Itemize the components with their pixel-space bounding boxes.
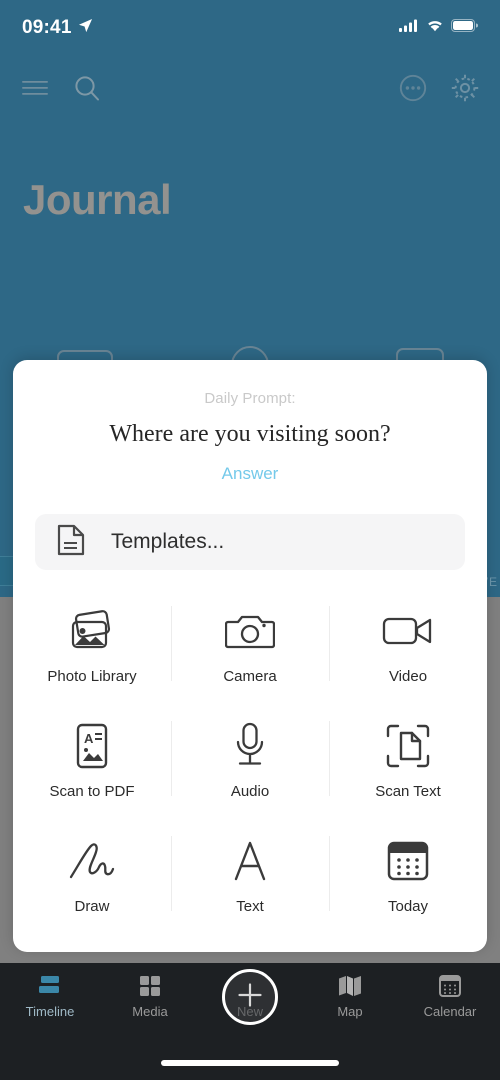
ellipsis-circle-icon[interactable] (396, 71, 430, 105)
new-entry-button[interactable] (222, 969, 278, 1025)
action-label: Scan Text (375, 783, 441, 800)
plus-icon (236, 981, 264, 1014)
hamburger-menu-icon[interactable] (18, 71, 52, 105)
tab-map[interactable]: Map (300, 973, 400, 1035)
search-icon[interactable] (70, 71, 104, 105)
action-draw[interactable]: Draw (13, 822, 171, 937)
photo-library-icon (66, 604, 118, 658)
daily-prompt-label: Daily Prompt: (204, 390, 296, 407)
calendar-today-icon (385, 834, 431, 888)
action-today[interactable]: Today (329, 822, 487, 937)
svg-text:A: A (84, 731, 94, 746)
tab-label: Map (337, 1004, 363, 1019)
scan-text-icon (385, 719, 431, 773)
action-label: Audio (230, 783, 270, 800)
folded-map-icon (337, 973, 363, 999)
templates-label: Templates... (111, 530, 225, 553)
templates-button[interactable]: Templates... (35, 514, 465, 570)
action-row: A Scan to PDF Audio Scan Text (13, 707, 487, 822)
scan-to-pdf-icon: A (72, 719, 112, 773)
nav-left-group (18, 71, 104, 105)
action-row: Draw Text Today (13, 822, 487, 937)
wifi-icon (426, 19, 444, 37)
new-entry-sheet: Daily Prompt: Where are you visiting soo… (13, 360, 487, 952)
cellular-bars-icon (399, 19, 419, 37)
calendar-grid-icon (437, 973, 463, 999)
camera-icon (225, 604, 275, 658)
action-audio[interactable]: Audio (171, 707, 329, 822)
top-nav-bar (0, 64, 500, 112)
action-label: Text (236, 898, 264, 915)
status-bar-time-group: 09:41 (22, 17, 93, 39)
action-row: Photo Library Camera Video (13, 592, 487, 707)
home-indicator[interactable] (161, 1060, 339, 1066)
daily-prompt-question: Where are you visiting soon? (109, 421, 391, 447)
timeline-bars-icon (37, 973, 63, 999)
action-label: Video (388, 668, 428, 685)
page-title: Journal (23, 176, 172, 223)
nav-right-group (396, 71, 482, 105)
tab-label: Timeline (25, 1004, 75, 1019)
action-label: Scan to PDF (49, 783, 135, 800)
grid-squares-icon (138, 973, 162, 999)
action-label: Photo Library (47, 668, 137, 685)
action-label: Camera (223, 668, 277, 685)
tab-media[interactable]: Media (100, 973, 200, 1035)
tab-label: Calendar (423, 1004, 477, 1019)
action-text[interactable]: Text (171, 822, 329, 937)
action-video[interactable]: Video (329, 592, 487, 707)
action-label: Today (387, 898, 429, 915)
text-letter-a-icon (230, 834, 270, 888)
tab-list: Timeline Media Map Calendar (0, 963, 500, 1035)
action-grid: Photo Library Camera Video A Scan to PDF… (13, 592, 487, 937)
tab-label: Media (132, 1004, 168, 1019)
status-bar-time: 09:41 (22, 17, 72, 38)
microphone-icon (232, 719, 268, 773)
action-scan-to-pdf[interactable]: A Scan to PDF (13, 707, 171, 822)
status-bar: 09:41 (0, 0, 500, 56)
tab-calendar[interactable]: Calendar (400, 973, 500, 1035)
gear-icon[interactable] (448, 71, 482, 105)
bottom-tab-bar: Timeline Media Map Calendar (0, 963, 500, 1080)
battery-full-icon (451, 19, 478, 37)
document-icon (57, 524, 85, 561)
tab-new[interactable]: New (200, 969, 300, 1035)
tab-timeline[interactable]: Timeline (0, 973, 100, 1035)
video-camera-icon (382, 604, 434, 658)
scribble-draw-icon (66, 834, 118, 888)
action-photo-library[interactable]: Photo Library (13, 592, 171, 707)
location-arrow-icon (78, 17, 93, 39)
action-label: Draw (74, 898, 110, 915)
answer-link[interactable]: Answer (13, 464, 487, 484)
action-scan-text[interactable]: Scan Text (329, 707, 487, 822)
status-bar-indicators (399, 19, 478, 37)
action-camera[interactable]: Camera (171, 592, 329, 707)
